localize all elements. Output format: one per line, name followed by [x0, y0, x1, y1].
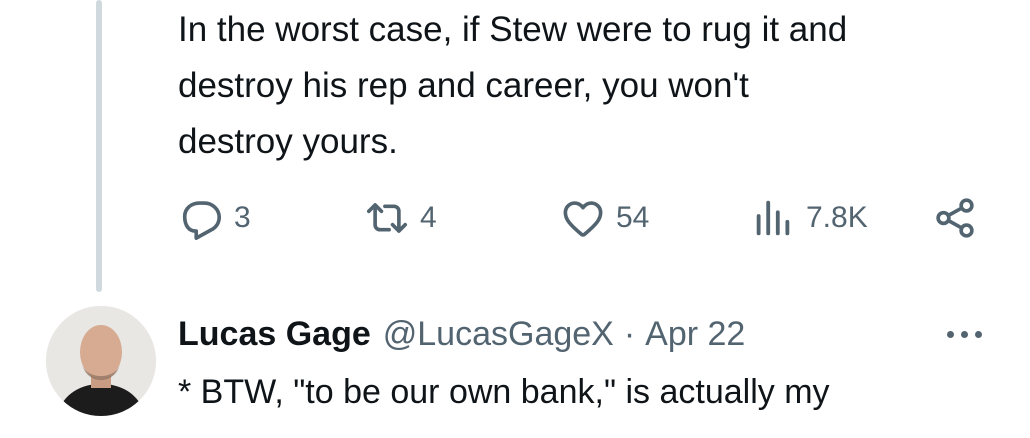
repost-button[interactable]: 4 — [364, 192, 437, 244]
repost-count: 4 — [420, 201, 437, 234]
reply-text: * BTW, "to be our own bank," is actually… — [178, 373, 830, 411]
reply-count: 3 — [234, 201, 251, 234]
author-name[interactable]: Lucas Gage — [178, 315, 371, 354]
post-date[interactable]: Apr 22 — [645, 315, 745, 354]
reply-header: Lucas Gage @LucasGageX · Apr 22 — [178, 308, 745, 360]
reply-button[interactable]: 3 — [178, 192, 251, 244]
views-icon — [756, 200, 790, 236]
share-button[interactable] — [932, 192, 978, 244]
views-count: 7.8K — [806, 201, 868, 234]
tweet-text: In the worst case, if Stew were to rug i… — [178, 10, 848, 161]
more-options-button[interactable] — [934, 318, 994, 350]
reply-icon — [182, 201, 222, 240]
avatar-photo — [46, 306, 156, 416]
repost-icon — [366, 203, 408, 233]
header-separator: · — [623, 314, 636, 353]
like-icon — [563, 201, 603, 237]
share-icon — [936, 198, 974, 238]
more-icon-dot — [974, 330, 982, 338]
views-button[interactable]: 7.8K — [750, 192, 868, 244]
author-handle[interactable]: @LucasGageX — [383, 315, 614, 354]
avatar[interactable] — [46, 306, 156, 416]
like-button[interactable]: 54 — [560, 192, 649, 244]
more-icon-dot — [960, 330, 968, 338]
like-count: 54 — [616, 201, 650, 234]
more-icon — [946, 330, 954, 338]
thread-connector-line — [96, 0, 102, 292]
tweet-actions-bar: 3 4 54 7.8K — [178, 192, 988, 244]
